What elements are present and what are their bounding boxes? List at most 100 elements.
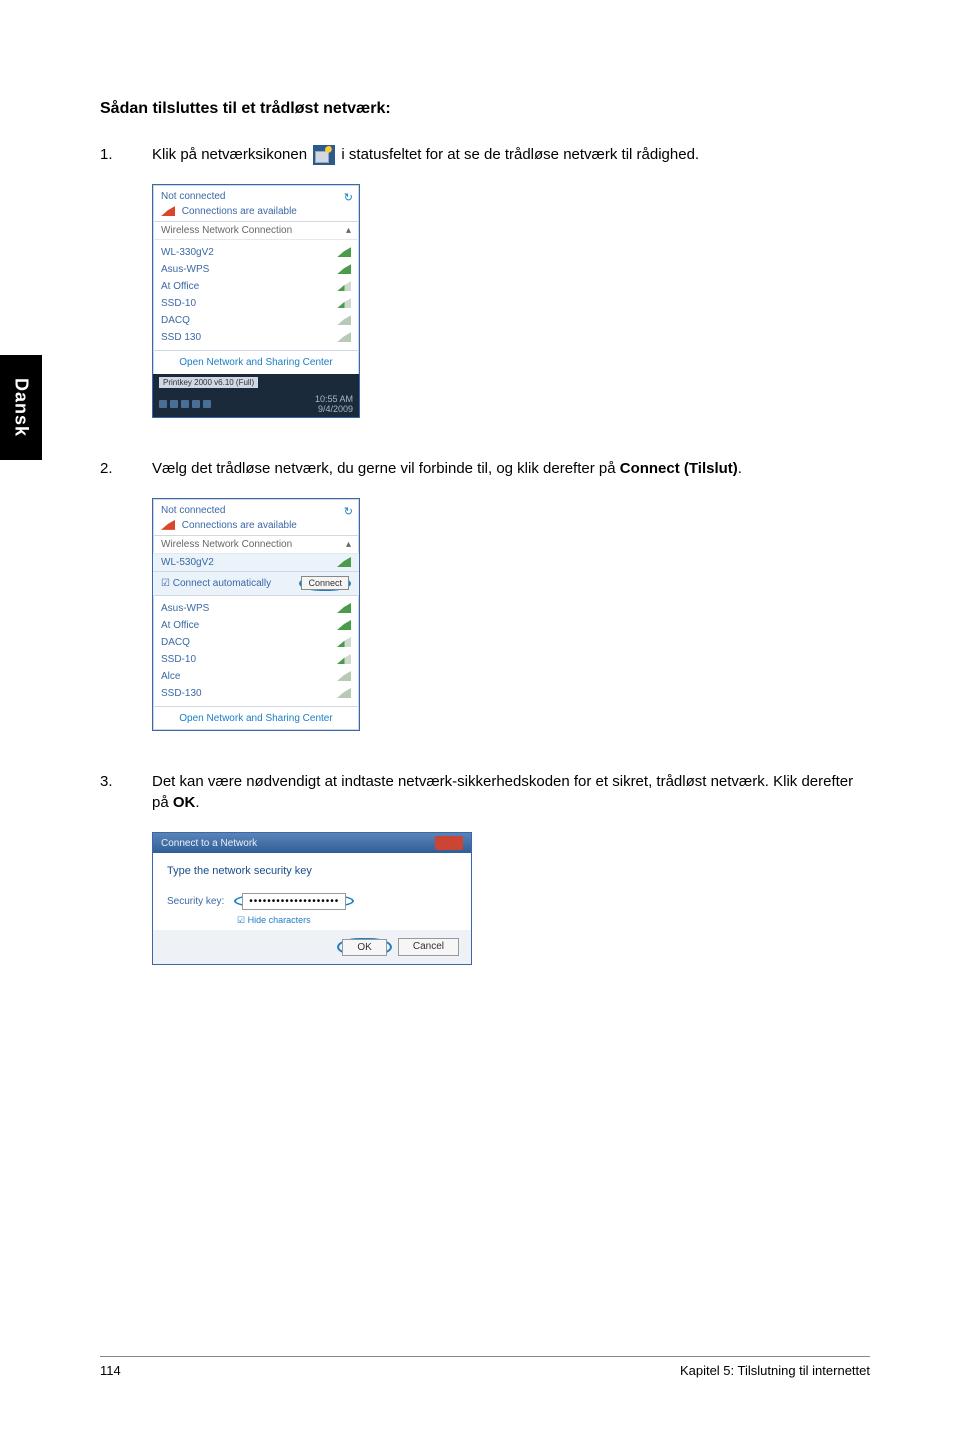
- close-icon[interactable]: [435, 836, 463, 850]
- dialog-footer: OK Cancel: [153, 930, 471, 964]
- list-item[interactable]: SSD-10: [153, 651, 359, 668]
- page-number: 114: [100, 1363, 121, 1378]
- list-item[interactable]: SSD-10: [153, 295, 359, 312]
- taskbar-app-tag: Printkey 2000 v6.10 (Full): [159, 377, 258, 388]
- list-item[interactable]: WL-330gV2: [153, 244, 359, 261]
- list-item[interactable]: Asus-WPS: [153, 600, 359, 617]
- shot2-not-connected: Not connected: [161, 505, 351, 516]
- shot2-section-label: Wireless Network Connection: [161, 539, 292, 550]
- tray-icon: [192, 400, 200, 408]
- language-side-tab: Dansk: [0, 355, 42, 460]
- step-3: 3. Det kan være nødvendigt at indtaste n…: [100, 771, 870, 815]
- security-key-field: Security key: ••••••••••••••••••••: [167, 893, 457, 909]
- screenshot-network-list: ↻ Not connected Connections are availabl…: [152, 184, 360, 418]
- step-2-bold: Connect (Tilslut): [620, 460, 738, 477]
- signal-icon: [337, 557, 351, 567]
- connect-row: ☑ Connect automatically Connect: [153, 571, 359, 596]
- step-2-number: 2.: [100, 458, 152, 480]
- screenshot-connect: ↻ Not connected Connections are availabl…: [152, 498, 360, 731]
- step-3-text-b: .: [195, 794, 199, 811]
- page-content: Sådan tilsluttes til et trådløst netværk…: [100, 100, 870, 1025]
- network-name: At Office: [161, 281, 199, 292]
- shot1-not-connected: Not connected: [161, 191, 351, 202]
- open-network-center-link[interactable]: Open Network and Sharing Center: [153, 706, 359, 730]
- screenshot-security-dialog: Connect to a Network Type the network se…: [152, 832, 472, 965]
- network-name: DACQ: [161, 315, 190, 326]
- selected-network-name: WL-530gV2: [161, 557, 214, 568]
- refresh-icon[interactable]: ↻: [344, 505, 353, 518]
- signal-icon: [337, 281, 351, 291]
- shot2-section-header: Wireless Network Connection ▴: [153, 536, 359, 554]
- shot1-tray: 10:55 AM 9/4/2009: [153, 391, 359, 417]
- network-name: Alce: [161, 671, 180, 682]
- chapter-label: Kapitel 5: Tilslutning til internettet: [680, 1363, 870, 1378]
- caret-up-icon[interactable]: ▴: [346, 539, 351, 550]
- cancel-button[interactable]: Cancel: [398, 938, 459, 956]
- security-key-input[interactable]: ••••••••••••••••••••: [242, 893, 346, 910]
- network-name: At Office: [161, 620, 199, 631]
- network-name: Asus-WPS: [161, 603, 209, 614]
- step-2-body: Vælg det trådløse netværk, du gerne vil …: [152, 458, 870, 480]
- tray-icon: [170, 400, 178, 408]
- security-key-label: Security key:: [167, 896, 224, 907]
- step-3-text-a: Det kan være nødvendigt at indtaste netv…: [152, 773, 853, 812]
- network-tray-icon: [313, 145, 335, 165]
- step-3-bold: OK: [173, 794, 196, 811]
- network-name: SSD-10: [161, 298, 196, 309]
- step-1-text-post: i statusfeltet for at se de trådløse net…: [341, 146, 699, 163]
- tray-time: 10:55 AM: [315, 394, 353, 404]
- step-2-text-a: Vælg det trådløse netværk, du gerne vil …: [152, 460, 620, 477]
- signal-warning-icon: [161, 520, 175, 530]
- shot1-network-list: WL-330gV2 Asus-WPS At Office SSD-10 DACQ…: [153, 240, 359, 350]
- network-name: WL-330gV2: [161, 247, 214, 258]
- connect-button[interactable]: Connect: [301, 576, 349, 590]
- signal-icon: [337, 332, 351, 342]
- signal-icon: [337, 315, 351, 325]
- network-name: SSD-10: [161, 654, 196, 665]
- caret-up-icon[interactable]: ▴: [346, 225, 351, 236]
- step-2-text-b: .: [738, 460, 742, 477]
- shot2-network-list: Asus-WPS At Office DACQ SSD-10 Alce SSD-…: [153, 596, 359, 706]
- section-heading: Sådan tilsluttes til et trådløst netværk…: [100, 100, 870, 118]
- ok-button-highlight: OK: [337, 938, 391, 956]
- step-3-body: Det kan være nødvendigt at indtaste netv…: [152, 771, 870, 815]
- list-item[interactable]: SSD 130: [153, 329, 359, 346]
- list-item[interactable]: DACQ: [153, 634, 359, 651]
- step-3-number: 3.: [100, 771, 152, 793]
- list-item[interactable]: At Office: [153, 617, 359, 634]
- dialog-title: Connect to a Network: [161, 838, 257, 849]
- signal-icon: [337, 298, 351, 308]
- step-1-body: Klik på netværksikonen i statusfeltet fo…: [152, 144, 870, 166]
- tray-icon: [181, 400, 189, 408]
- tray-date: 9/4/2009: [315, 404, 353, 414]
- open-network-center-link[interactable]: Open Network and Sharing Center: [153, 350, 359, 374]
- shot1-header: ↻ Not connected Connections are availabl…: [153, 185, 359, 222]
- list-item[interactable]: At Office: [153, 278, 359, 295]
- signal-icon: [337, 247, 351, 257]
- hide-characters-checkbox[interactable]: ☑ Hide characters: [237, 915, 457, 926]
- signal-icon: [337, 688, 351, 698]
- connect-button-highlight: Connect: [299, 576, 351, 591]
- network-name: Asus-WPS: [161, 264, 209, 275]
- page-footer: 114 Kapitel 5: Tilslutning til internett…: [100, 1356, 870, 1378]
- list-item[interactable]: SSD-130: [153, 685, 359, 702]
- step-1-text-pre: Klik på netværksikonen: [152, 146, 311, 163]
- auto-connect-checkbox[interactable]: ☑ Connect automatically: [161, 578, 271, 589]
- shot1-taskbar: Printkey 2000 v6.10 (Full): [153, 374, 359, 391]
- ok-button[interactable]: OK: [342, 939, 386, 956]
- selected-network[interactable]: WL-530gV2: [153, 554, 359, 571]
- list-item[interactable]: Asus-WPS: [153, 261, 359, 278]
- dialog-body: Type the network security key Security k…: [153, 853, 471, 930]
- tray-icon: [203, 400, 211, 408]
- signal-icon: [337, 603, 351, 613]
- list-item[interactable]: DACQ: [153, 312, 359, 329]
- list-item[interactable]: Alce: [153, 668, 359, 685]
- signal-warning-icon: [161, 206, 175, 216]
- signal-icon: [337, 671, 351, 681]
- signal-icon: [337, 620, 351, 630]
- network-name: SSD 130: [161, 332, 201, 343]
- step-1-number: 1.: [100, 144, 152, 166]
- dialog-prompt: Type the network security key: [167, 865, 457, 877]
- refresh-icon[interactable]: ↻: [344, 191, 353, 204]
- shot1-available: Connections are available: [182, 206, 297, 217]
